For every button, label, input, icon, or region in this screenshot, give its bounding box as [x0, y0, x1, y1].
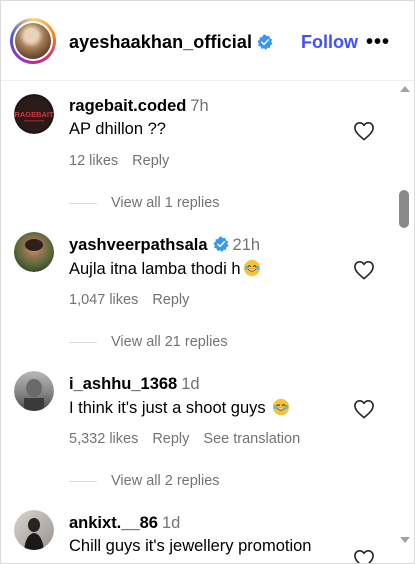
- avatar-photo: [14, 371, 54, 411]
- comments-panel: ayeshaakhan_official Follow ••• RAGEBAIT…: [0, 0, 415, 564]
- reply-button[interactable]: Reply: [132, 153, 169, 169]
- replies-divider: [69, 341, 97, 343]
- comment-text: I think it's just a shoot guys: [69, 398, 290, 418]
- follow-button[interactable]: Follow: [301, 32, 358, 53]
- avatar-photo: [14, 510, 54, 550]
- like-heart-icon[interactable]: [353, 121, 375, 141]
- profile-avatar[interactable]: [10, 18, 56, 64]
- verified-badge-icon: [257, 34, 273, 50]
- replies-divider: [69, 480, 97, 482]
- like-heart-icon[interactable]: [353, 260, 375, 280]
- like-heart-icon[interactable]: [353, 549, 375, 564]
- comment-text: Aujla itna lamba thodi h: [69, 259, 261, 279]
- avatar-photo: [14, 232, 54, 272]
- commenter-avatar[interactable]: [14, 371, 54, 411]
- header-username[interactable]: ayeshaakhan_official: [69, 32, 273, 53]
- commenter-avatar[interactable]: [14, 510, 54, 550]
- more-options-icon[interactable]: •••: [366, 31, 390, 54]
- rolling-laughing-emoji-icon: [243, 259, 260, 277]
- comment-text: AP dhillon ??: [69, 120, 166, 138]
- ragebait-logo-icon: RAGEBAIT: [14, 94, 54, 134]
- comment-time: 1d: [181, 375, 200, 393]
- comment-meta: 1,047 likes Reply: [69, 292, 203, 308]
- view-replies-button[interactable]: View all 21 replies: [69, 334, 228, 350]
- comment-username[interactable]: ankixt.__86 1d: [69, 514, 180, 533]
- comment-list: RAGEBAIT ragebait.coded 7h AP dhillon ?? …: [1, 82, 397, 564]
- comment-time: 7h: [190, 97, 209, 115]
- comment-time: 21h: [232, 236, 261, 254]
- comment-time: 1d: [161, 514, 181, 532]
- comment-username[interactable]: yashveerpathsala 21h: [69, 236, 260, 255]
- comment-username[interactable]: ragebait.coded 7h: [69, 97, 209, 116]
- see-translation-button[interactable]: See translation: [203, 431, 300, 447]
- scrollbar-thumb[interactable]: [399, 190, 409, 228]
- post-header: ayeshaakhan_official Follow •••: [1, 1, 414, 81]
- comment-text: Chill guys it's jewellery promotion: [69, 537, 312, 555]
- view-replies-button[interactable]: View all 2 replies: [69, 473, 220, 489]
- comment-username[interactable]: i_ashhu_1368 1d: [69, 375, 200, 394]
- likes-count[interactable]: 12 likes: [69, 153, 118, 169]
- likes-count[interactable]: 5,332 likes: [69, 431, 138, 447]
- verified-badge-icon: [212, 236, 229, 252]
- comment-meta: 5,332 likes Reply See translation: [69, 431, 314, 447]
- reply-button[interactable]: Reply: [152, 292, 189, 308]
- svg-text:RAGEBAIT: RAGEBAIT: [14, 110, 54, 119]
- scroll-up-arrow-icon[interactable]: [400, 86, 410, 92]
- scroll-down-arrow-icon[interactable]: [400, 537, 410, 543]
- comment-meta: 12 likes Reply: [69, 153, 183, 169]
- rolling-laughing-emoji-icon: [273, 398, 290, 416]
- commenter-avatar[interactable]: [14, 232, 54, 272]
- scrollbar[interactable]: [397, 82, 414, 563]
- avatar-image: [13, 21, 53, 61]
- like-heart-icon[interactable]: [353, 399, 375, 419]
- replies-divider: [69, 202, 97, 204]
- commenter-avatar[interactable]: RAGEBAIT: [14, 94, 54, 134]
- likes-count[interactable]: 1,047 likes: [69, 292, 138, 308]
- reply-button[interactable]: Reply: [152, 431, 189, 447]
- view-replies-button[interactable]: View all 1 replies: [69, 195, 220, 211]
